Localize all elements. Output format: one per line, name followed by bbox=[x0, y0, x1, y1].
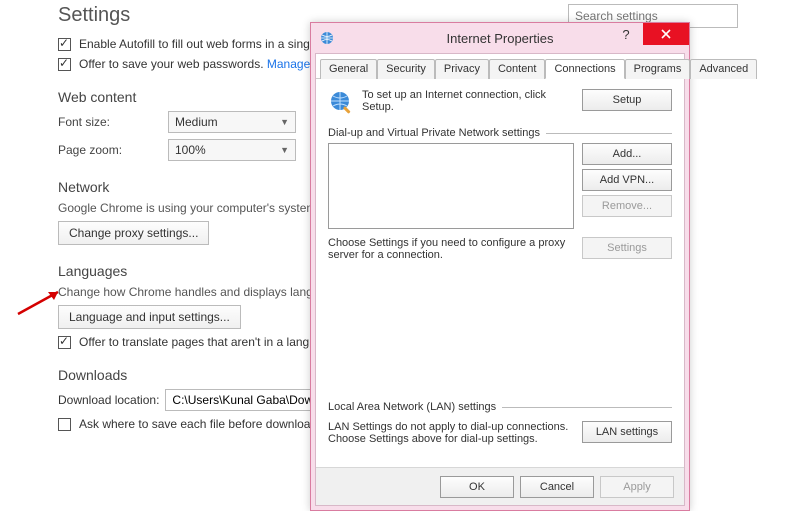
internet-options-icon bbox=[319, 30, 335, 46]
ask-save-label: Ask where to save each file before downl… bbox=[79, 417, 320, 431]
tab-content[interactable]: Content bbox=[489, 59, 546, 79]
font-size-dropdown[interactable]: Medium ▼ bbox=[168, 111, 296, 133]
lan-note-text: LAN Settings do not apply to dial-up con… bbox=[328, 421, 574, 445]
dialog-footer: OK Cancel Apply bbox=[316, 467, 684, 505]
globe-wand-icon bbox=[328, 89, 354, 115]
page-zoom-value: 100% bbox=[175, 143, 206, 157]
connections-panel: To set up an Internet connection, click … bbox=[316, 79, 684, 467]
setup-text: To set up an Internet connection, click … bbox=[362, 89, 574, 113]
tab-programs[interactable]: Programs bbox=[625, 59, 691, 79]
close-icon bbox=[660, 28, 672, 40]
dialog-titlebar[interactable]: Internet Properties ? bbox=[311, 23, 689, 53]
autofill-checkbox[interactable] bbox=[58, 38, 71, 51]
tab-connections[interactable]: Connections bbox=[545, 59, 624, 79]
setup-button[interactable]: Setup bbox=[582, 89, 672, 111]
chevron-down-icon: ▼ bbox=[280, 117, 289, 127]
dun-note-text: Choose Settings if you need to configure… bbox=[328, 237, 574, 261]
add-vpn-button[interactable]: Add VPN... bbox=[582, 169, 672, 191]
remove-button: Remove... bbox=[582, 195, 672, 217]
page-zoom-label: Page zoom: bbox=[58, 143, 168, 157]
translate-checkbox[interactable] bbox=[58, 336, 71, 349]
lan-group-label: Local Area Network (LAN) settings bbox=[328, 401, 496, 413]
dun-settings-button: Settings bbox=[582, 237, 672, 259]
tab-general[interactable]: General bbox=[320, 59, 377, 79]
chevron-down-icon: ▼ bbox=[280, 145, 289, 155]
translate-label: Offer to translate pages that aren't in … bbox=[79, 335, 316, 349]
close-button[interactable] bbox=[643, 23, 689, 45]
autofill-label: Enable Autofill to fill out web forms in… bbox=[79, 37, 312, 51]
add-button[interactable]: Add... bbox=[582, 143, 672, 165]
change-proxy-button[interactable]: Change proxy settings... bbox=[58, 221, 209, 245]
download-location-label: Download location: bbox=[58, 393, 159, 407]
tab-security[interactable]: Security bbox=[377, 59, 435, 79]
divider bbox=[502, 407, 672, 408]
dialog-tabs: General Security Privacy Content Connect… bbox=[316, 54, 684, 79]
ask-save-checkbox[interactable] bbox=[58, 418, 71, 431]
tab-advanced[interactable]: Advanced bbox=[690, 59, 757, 79]
lan-settings-button[interactable]: LAN settings bbox=[582, 421, 672, 443]
language-settings-button[interactable]: Language and input settings... bbox=[58, 305, 241, 329]
page-zoom-dropdown[interactable]: 100% ▼ bbox=[168, 139, 296, 161]
save-passwords-checkbox[interactable] bbox=[58, 58, 71, 71]
cancel-button[interactable]: Cancel bbox=[520, 476, 594, 498]
dun-group-label: Dial-up and Virtual Private Network sett… bbox=[328, 127, 540, 139]
tab-privacy[interactable]: Privacy bbox=[435, 59, 489, 79]
apply-button: Apply bbox=[600, 476, 674, 498]
ok-button[interactable]: OK bbox=[440, 476, 514, 498]
help-button[interactable]: ? bbox=[609, 23, 643, 45]
save-passwords-label: Offer to save your web passwords. bbox=[79, 57, 264, 71]
dun-connections-listbox[interactable] bbox=[328, 143, 574, 229]
divider bbox=[546, 133, 672, 134]
font-size-value: Medium bbox=[175, 115, 218, 129]
font-size-label: Font size: bbox=[58, 115, 168, 129]
internet-properties-dialog: Internet Properties ? General Security P… bbox=[310, 22, 690, 511]
